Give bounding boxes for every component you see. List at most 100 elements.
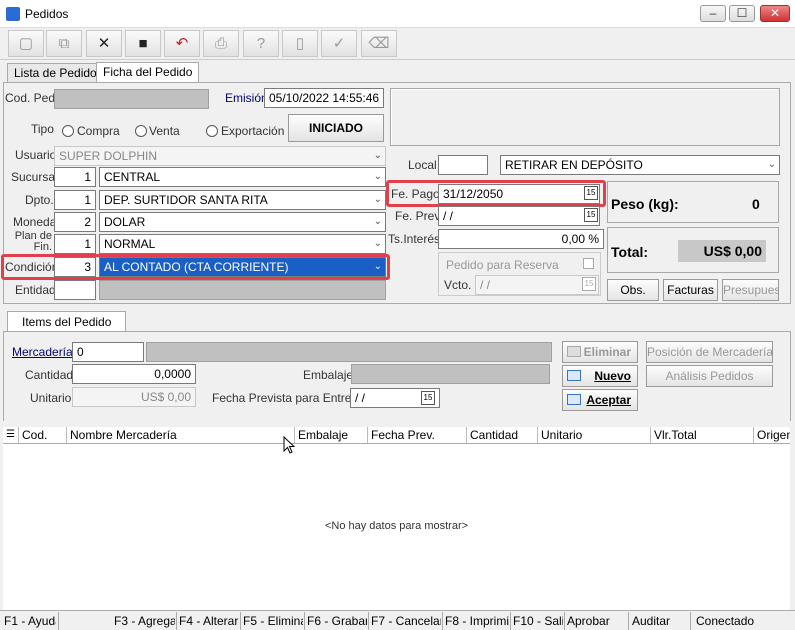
moneda-code[interactable]: 2	[54, 212, 96, 232]
new-icon[interactable]: ▢	[8, 30, 44, 57]
tab-ficha-pedido[interactable]: Ficha del Pedido	[96, 62, 200, 82]
copy-icon[interactable]: ⧉	[46, 30, 82, 57]
items-grid[interactable]: <No hay datos para mostrar>	[3, 444, 790, 610]
close-button[interactable]: ✕	[760, 5, 790, 22]
dpto-combo[interactable]: DEP. SURTIDOR SANTA RITA ⌄	[99, 190, 386, 210]
usuario-combo[interactable]: SUPER DOLPHIN ⌄	[54, 146, 386, 166]
cod-label: Cod. Ped.	[5, 91, 59, 105]
moneda-label: Moneda	[13, 215, 57, 229]
vcto-field[interactable]: / /	[475, 275, 599, 295]
local-label: Local	[408, 158, 437, 172]
radio-venta[interactable]	[135, 125, 147, 137]
status-f7[interactable]: F7 - Cancelar	[371, 613, 441, 629]
calendar-icon[interactable]: 15	[584, 186, 598, 200]
status-f4[interactable]: F4 - Alterar	[179, 613, 239, 629]
status-separator	[442, 612, 443, 630]
status-f5[interactable]: F5 - Eliminar	[243, 613, 303, 629]
embalaje-field[interactable]	[351, 364, 550, 384]
maximize-button[interactable]: ☐	[729, 5, 755, 22]
tab-items-pedido[interactable]: Items del Pedido	[7, 311, 127, 331]
status-f8[interactable]: F8 - Imprimir	[445, 613, 509, 629]
feprev-field[interactable]: / /	[438, 206, 600, 226]
fecha-entrega-label: Fecha Prevista para Entrega	[212, 391, 365, 405]
col-origen[interactable]: Origen	[753, 427, 790, 443]
toolbar: ▢ ⧉ ✕ ■ ↶ ⎙ ? ▯ ✓ ⌫	[0, 28, 795, 60]
plan-code[interactable]: 1	[54, 234, 96, 254]
delete-icon[interactable]: ✕	[86, 30, 122, 57]
reserva-checkbox[interactable]	[583, 258, 594, 269]
plan-label: Plan de Fin.	[14, 230, 52, 253]
col-cantidad[interactable]: Cantidad	[466, 427, 537, 443]
fepago-field[interactable]: 31/12/2050	[438, 184, 600, 204]
save-icon[interactable]: ■	[125, 30, 161, 57]
dpto-value: DEP. SURTIDOR SANTA RITA	[104, 193, 268, 207]
plan-value: NORMAL	[104, 237, 156, 251]
vcto-label: Vcto.	[444, 278, 472, 292]
local-combo[interactable]: RETIRAR EN DEPÓSITO ⌄	[500, 155, 780, 175]
peso-value: 0	[752, 196, 760, 212]
sucursal-code[interactable]: 1	[54, 167, 96, 187]
posicion-mercaderia-button[interactable]: Posición de Mercadería	[646, 341, 773, 363]
obs-button[interactable]: Obs.	[607, 279, 659, 301]
status-separator	[510, 612, 511, 630]
calendar-icon[interactable]: 15	[421, 391, 435, 405]
status-separator	[564, 612, 565, 630]
mercaderia-label: Mercadería	[12, 345, 73, 359]
cantidad-field[interactable]: 0,0000	[72, 364, 196, 384]
eraser-icon[interactable]: ⌫	[361, 30, 397, 57]
chevron-down-icon: ⌄	[373, 194, 382, 205]
status-f1[interactable]: F1 - Ayuda	[4, 613, 56, 629]
moneda-value: DOLAR	[104, 215, 146, 229]
status-f6[interactable]: F6 - Grabar	[307, 613, 367, 629]
calendar-icon[interactable]: 15	[582, 277, 596, 291]
chevron-down-icon: ⌄	[767, 159, 776, 170]
radio-compra[interactable]	[62, 125, 74, 137]
help-icon[interactable]: ?	[243, 30, 279, 57]
window-title: Pedidos	[25, 7, 69, 21]
condicion-value: AL CONTADO (CTA CORRIENTE)	[104, 260, 289, 274]
status-aprobar[interactable]: Aprobar	[567, 613, 627, 629]
analisis-pedidos-button[interactable]: Análisis Pedidos	[646, 365, 773, 387]
facturas-button[interactable]: Facturas	[663, 279, 718, 301]
ts-interes-field[interactable]: 0,00 %	[438, 229, 604, 249]
condicion-combo[interactable]: AL CONTADO (CTA CORRIENTE) ⌄	[99, 257, 386, 277]
check-icon[interactable]: ✓	[321, 30, 357, 57]
remove-icon	[567, 346, 581, 357]
calendar-icon[interactable]: 15	[584, 208, 598, 222]
entidad-code[interactable]	[54, 280, 96, 300]
dpto-code[interactable]: 1	[54, 190, 96, 210]
chevron-down-icon: ⌄	[373, 261, 382, 272]
status-f10[interactable]: F10 - Salir	[513, 613, 563, 629]
entidad-name	[99, 280, 386, 300]
chevron-down-icon: ⌄	[373, 171, 382, 182]
col-fecha-prev[interactable]: Fecha Prev.	[367, 427, 466, 443]
moneda-combo[interactable]: DOLAR ⌄	[99, 212, 386, 232]
emision-field[interactable]: 05/10/2022 14:55:46	[264, 88, 384, 108]
col-cod[interactable]: Cod.	[18, 427, 66, 443]
col-nombre[interactable]: Nombre Mercadería	[66, 427, 294, 443]
print-icon[interactable]: ⎙	[203, 30, 239, 57]
status-separator	[690, 612, 691, 630]
col-vlr-total[interactable]: Vlr.Total	[650, 427, 753, 443]
status-auditar[interactable]: Auditar	[632, 613, 688, 629]
grid-menu-icon[interactable]: ☰	[3, 427, 18, 443]
cod-field[interactable]	[54, 89, 209, 109]
plan-combo[interactable]: NORMAL ⌄	[99, 234, 386, 254]
local-code[interactable]	[438, 155, 488, 175]
presupuesto-button[interactable]: Presupuesto	[722, 279, 779, 301]
ts-interes-label: Ts.Interés	[388, 232, 441, 246]
tab-lista-pedidos[interactable]: Lista de Pedidos	[7, 63, 110, 82]
sucursal-combo[interactable]: CENTRAL ⌄	[99, 167, 386, 187]
undo-icon[interactable]: ↶	[164, 30, 200, 57]
condicion-code[interactable]: 3	[54, 257, 96, 277]
status-f3[interactable]: F3 - Agregar	[114, 613, 175, 629]
col-embalaje[interactable]: Embalaje	[294, 427, 367, 443]
radio-exportacion[interactable]	[206, 125, 218, 137]
exit-icon[interactable]: ▯	[282, 30, 318, 57]
minimize-button[interactable]: –	[700, 5, 726, 22]
unitario-field[interactable]: US$ 0,00	[72, 387, 196, 407]
mercaderia-code[interactable]: 0	[72, 342, 144, 362]
feprev-label: Fe. Prev	[395, 209, 441, 223]
venta-label: Venta	[149, 124, 180, 138]
col-unitario[interactable]: Unitario	[537, 427, 650, 443]
